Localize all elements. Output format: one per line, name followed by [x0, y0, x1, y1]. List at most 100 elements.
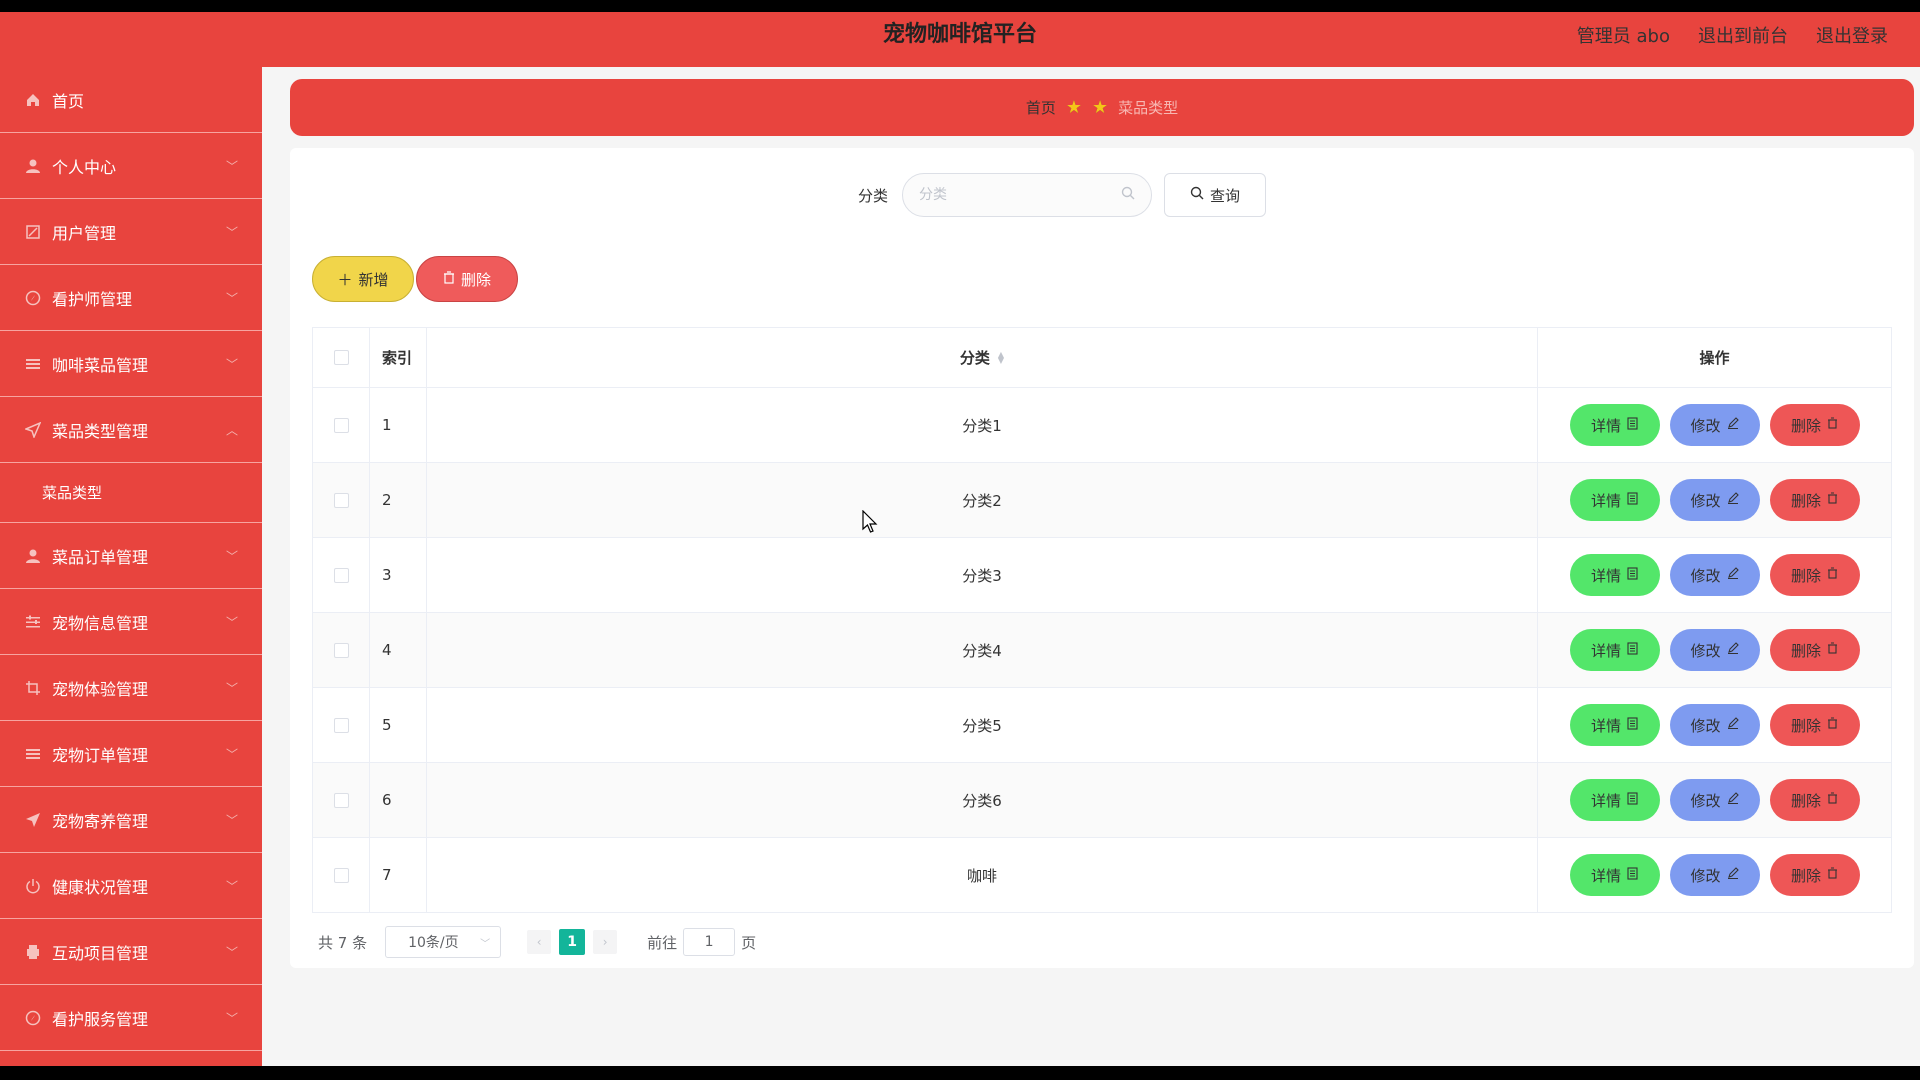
document-icon: [1627, 791, 1638, 809]
row-index: 1: [370, 388, 427, 462]
search-input[interactable]: [919, 187, 1109, 203]
chevron-down-icon: ﹀: [225, 879, 238, 893]
sidebar-item-health[interactable]: 健康状况管理 ﹀: [0, 853, 262, 919]
detail-button[interactable]: 详情: [1569, 554, 1660, 596]
detail-button-label: 详情: [1590, 491, 1621, 510]
row-checkbox[interactable]: [333, 867, 349, 883]
select-all-checkbox[interactable]: [333, 350, 349, 365]
edit-button[interactable]: 修改: [1669, 554, 1760, 596]
edit-icon: [1727, 492, 1739, 508]
detail-button[interactable]: 详情: [1569, 629, 1660, 671]
search-field-wrapper: [902, 173, 1152, 217]
header-category[interactable]: 分类 ▲ ▼: [427, 328, 1538, 387]
row-checkbox[interactable]: [333, 717, 349, 733]
edit-button[interactable]: 修改: [1669, 479, 1760, 521]
row-index: 3: [370, 538, 427, 612]
row-checkbox[interactable]: [333, 492, 349, 508]
table-row[interactable]: 2 分类2 详情 修改 删除: [313, 463, 1891, 538]
table-row[interactable]: 3 分类3 详情 修改 删除: [313, 538, 1891, 613]
row-checkbox[interactable]: [333, 417, 349, 433]
row-index: 5: [370, 688, 427, 762]
edit-button[interactable]: 修改: [1669, 704, 1760, 746]
detail-button-label: 详情: [1590, 791, 1621, 810]
row-category: 分类5: [427, 688, 1538, 762]
sidebar-item-label: 宠物寄养管理: [52, 811, 149, 831]
delete-button[interactable]: 删除: [1769, 554, 1860, 596]
printer-icon: [24, 943, 42, 961]
row-checkbox[interactable]: [333, 567, 349, 583]
detail-button[interactable]: 详情: [1569, 704, 1660, 746]
goto-prefix: 前往: [647, 933, 678, 952]
table-row[interactable]: 4 分类4 详情 修改 删除: [313, 613, 1891, 688]
detail-button[interactable]: 详情: [1569, 779, 1660, 821]
delete-button[interactable]: 删除: [1769, 854, 1860, 896]
edit-button-label: 修改: [1690, 716, 1721, 735]
edit-button-label: 修改: [1690, 491, 1721, 510]
table-row[interactable]: 7 咖啡 详情 修改 删除: [313, 838, 1891, 913]
top-bar: 宠物咖啡馆平台 管理员 abo 退出到前台 退出登录: [0, 12, 1920, 67]
pagination-total: 共 7 条: [318, 933, 368, 952]
delete-button-label: 删除: [1790, 716, 1821, 735]
breadcrumb: 首页 ★ ★ 菜品类型: [290, 79, 1914, 136]
mouse-cursor-icon: [862, 509, 878, 538]
row-checkbox[interactable]: [333, 792, 349, 808]
chevron-down-icon: ﹀: [480, 938, 491, 950]
submenu-item-dish-type[interactable]: 菜品类型: [0, 463, 262, 523]
sidebar-item-pet-info[interactable]: 宠物信息管理 ﹀: [0, 589, 262, 655]
sidebar-item-dish-types[interactable]: 菜品类型管理 ︿: [0, 397, 262, 463]
sidebar-item-label: 互动项目管理: [52, 943, 149, 963]
sidebar-item-caretakers[interactable]: 看护师管理 ﹀: [0, 265, 262, 331]
sidebar-item-interactive[interactable]: 互动项目管理 ﹀: [0, 919, 262, 985]
back-to-front-link[interactable]: 退出到前台: [1698, 22, 1788, 48]
sidebar-item-coffee-dishes[interactable]: 咖啡菜品管理 ﹀: [0, 331, 262, 397]
star-icon: ★: [1092, 97, 1109, 118]
edit-button[interactable]: 修改: [1669, 629, 1760, 671]
detail-button[interactable]: 详情: [1569, 854, 1660, 896]
admin-label: 管理员 abo: [1576, 25, 1670, 47]
sidebar-item-home[interactable]: 首页: [0, 67, 262, 133]
query-button[interactable]: 查询: [1164, 173, 1266, 217]
sidebar-item-pet-orders[interactable]: 宠物订单管理 ﹀: [0, 721, 262, 787]
detail-button[interactable]: 详情: [1569, 404, 1660, 446]
goto-page-input[interactable]: [683, 928, 736, 956]
document-icon: [1627, 866, 1638, 884]
sort-icon[interactable]: ▲ ▼: [998, 350, 1004, 364]
detail-button[interactable]: 详情: [1569, 479, 1660, 521]
logout-link[interactable]: 退出登录: [1816, 22, 1888, 48]
delete-button[interactable]: 删除: [1769, 779, 1860, 821]
add-button[interactable]: ＋ 新增: [312, 256, 414, 302]
sidebar-item-pet-experience[interactable]: 宠物体验管理 ﹀: [0, 655, 262, 721]
sidebar-item-care-services[interactable]: 看护服务管理 ﹀: [0, 985, 262, 1051]
sidebar-item-dish-orders[interactable]: 菜品订单管理 ﹀: [0, 523, 262, 589]
sidebar-item-profile[interactable]: 个人中心 ﹀: [0, 133, 262, 199]
sidebar: 首页 个人中心 ﹀ 用户管理 ﹀ 看护师管理 ﹀ 咖啡菜品管理 ﹀ 菜品类型管理…: [0, 67, 262, 1066]
row-checkbox[interactable]: [333, 642, 349, 658]
delete-button[interactable]: 删除: [1769, 404, 1860, 446]
edit-icon: [1727, 417, 1739, 433]
batch-delete-button[interactable]: 删除: [416, 256, 518, 302]
sidebar-item-pet-boarding[interactable]: 宠物寄养管理 ﹀: [0, 787, 262, 853]
prev-page-button[interactable]: ‹: [527, 930, 552, 954]
table-row[interactable]: 1 分类1 详情 修改 删除: [313, 388, 1891, 463]
next-page-button[interactable]: ›: [593, 930, 618, 954]
document-icon: [1627, 491, 1638, 509]
chevron-down-icon: ﹀: [225, 225, 238, 239]
edit-button[interactable]: 修改: [1669, 779, 1760, 821]
delete-button[interactable]: 删除: [1769, 629, 1860, 671]
edit-button[interactable]: 修改: [1669, 404, 1760, 446]
page-number-button[interactable]: 1: [559, 929, 586, 955]
breadcrumb-home[interactable]: 首页: [1026, 97, 1056, 118]
edit-button[interactable]: 修改: [1669, 854, 1760, 896]
table-row[interactable]: 6 分类6 详情 修改 删除: [313, 763, 1891, 838]
document-icon: [1627, 716, 1638, 734]
trash-icon: [1827, 867, 1838, 883]
page-size-select[interactable]: 10条/页 ﹀: [385, 926, 502, 958]
row-category: 咖啡: [427, 838, 1538, 912]
delete-button[interactable]: 删除: [1769, 479, 1860, 521]
edit-icon: [1727, 792, 1739, 808]
delete-button[interactable]: 删除: [1769, 704, 1860, 746]
sidebar-item-users[interactable]: 用户管理 ﹀: [0, 199, 262, 265]
send-icon: [24, 421, 42, 439]
table-row[interactable]: 5 分类5 详情 修改 删除: [313, 688, 1891, 763]
trash-icon: [1827, 492, 1838, 508]
